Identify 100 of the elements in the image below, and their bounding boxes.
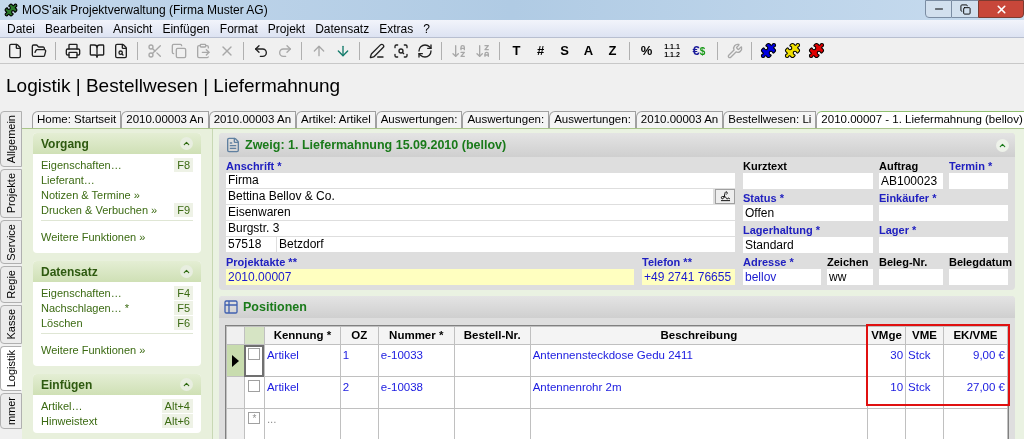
input-field[interactable] [743, 173, 873, 189]
panel-link[interactable]: Hinweistext [41, 414, 98, 428]
table-cell: Antennenrohr 2m [532, 381, 622, 394]
current-row-icon [231, 354, 239, 367]
input-field[interactable]: ww [827, 269, 873, 285]
toolbar-button[interactable]: S [554, 40, 575, 61]
column-header[interactable]: VME [905, 326, 944, 345]
column-header[interactable]: Bestell-Nr. [454, 326, 531, 345]
column-header[interactable]: VMge [867, 326, 906, 345]
shortcut-label: F8 [174, 158, 193, 172]
panel-link[interactable]: Nachschlagen… * [41, 301, 130, 315]
toolbar-button[interactable]: # [530, 40, 551, 61]
panel-link[interactable]: Artikel… [41, 399, 83, 413]
column-header[interactable]: OZ [340, 326, 379, 345]
vertical-tab[interactable]: Regie [0, 266, 22, 304]
menu-item[interactable]: Format [214, 19, 263, 38]
column-header[interactable]: Nummer * [378, 326, 455, 345]
close-button[interactable] [978, 0, 1024, 18]
column-header[interactable]: EK/VME [943, 326, 1008, 345]
shortcut-label: F5 [174, 301, 193, 315]
input-field[interactable]: Betzdorf [277, 237, 735, 252]
input-field[interactable]: Eisenwaren [226, 205, 735, 220]
input-field[interactable] [949, 269, 1008, 285]
collapse-button[interactable] [180, 265, 193, 278]
document-tab[interactable]: Auswertungen: [462, 111, 550, 128]
input-field[interactable]: bellov [743, 269, 821, 285]
document-tab[interactable]: Bestellwesen: Li [723, 111, 817, 128]
input-field[interactable]: Burgstr. 3 [226, 221, 735, 236]
checkbox[interactable] [248, 348, 261, 361]
document-tab[interactable]: Auswertungen: [375, 111, 463, 128]
panel-link[interactable]: Lieferant… [41, 173, 95, 187]
signature-button[interactable] [715, 189, 735, 204]
input-field[interactable]: Standard [743, 237, 873, 253]
puzzle-icon[interactable] [806, 40, 827, 61]
document-tab[interactable]: Artikel: Artikel [296, 111, 376, 128]
collapse-button[interactable] [180, 378, 193, 391]
menu-item[interactable]: ? [418, 19, 435, 38]
vertical-tab[interactable]: Service [0, 219, 22, 265]
vertical-tab[interactable]: Logistik [0, 345, 22, 391]
puzzle-icon[interactable] [758, 40, 779, 61]
panel-link[interactable]: Drucken & Verbuchen » [41, 203, 158, 217]
menu-item[interactable]: Datei [2, 19, 40, 38]
checkbox[interactable] [248, 380, 261, 393]
panel-title: Vorgang [41, 135, 89, 153]
close-icon [994, 2, 1008, 16]
restore-button[interactable] [952, 0, 978, 18]
table-cell: e-10033 [380, 349, 423, 362]
input-field[interactable]: Offen [743, 205, 873, 221]
table-cell: Artikel [266, 381, 299, 394]
row-indicator[interactable] [226, 344, 245, 377]
field-label: Einkäufer * [879, 191, 938, 205]
panel-link[interactable]: Weitere Funktionen » [41, 230, 146, 245]
document-tab[interactable]: 2010.00007 - 1. Liefermahnung (bellov) [816, 111, 1024, 128]
section-title: Positionen [243, 298, 307, 316]
document-tab[interactable]: 2010.00003 An [635, 111, 724, 128]
field-label: Adresse * [743, 255, 795, 269]
input-field[interactable]: Firma [226, 173, 735, 188]
column-header[interactable]: Beschreibung [530, 326, 868, 345]
input-field[interactable] [949, 173, 1008, 189]
panel-link[interactable]: Eigenschaften… [41, 158, 122, 172]
table-cell: 1 [342, 349, 350, 362]
toolbar-button[interactable]: % [636, 40, 657, 61]
vertical-tab[interactable]: Projekte [0, 169, 22, 218]
menu-item[interactable]: Datensatz [310, 19, 375, 38]
collapse-button[interactable] [180, 137, 193, 150]
puzzle-icon[interactable] [782, 40, 803, 61]
panel-link[interactable]: Weitere Funktionen » [41, 343, 146, 358]
menu-item[interactable]: Projekt [262, 19, 311, 38]
menu-item[interactable]: Einfügen [157, 19, 215, 38]
toolbar-button[interactable]: A [578, 40, 599, 61]
shortcut-label: F4 [174, 286, 193, 300]
input-field[interactable]: 2010.00007 [226, 269, 634, 285]
panel-link[interactable]: Eigenschaften… [41, 286, 122, 300]
toolbar-button[interactable]: €$ [687, 40, 711, 61]
menu-item[interactable]: Bearbeiten [40, 19, 109, 38]
vertical-tab[interactable]: mmer [0, 393, 22, 430]
document-tab[interactable]: 2010.00003 An [121, 111, 209, 128]
panel-link[interactable]: Löschen [41, 316, 83, 330]
input-field[interactable] [879, 237, 1008, 253]
vertical-tab[interactable]: Allgemein [0, 111, 22, 168]
toolbar-button[interactable]: Z [602, 40, 623, 61]
chevron-up-icon [182, 139, 191, 148]
input-field[interactable]: Bettina Bellov & Co. [226, 189, 713, 204]
document-tab[interactable]: Home: Startseit [32, 111, 122, 128]
collapse-button[interactable] [996, 138, 1009, 152]
minimize-button[interactable] [925, 0, 952, 18]
input-field[interactable]: 57518 [226, 237, 276, 252]
restore-icon [959, 3, 971, 15]
toolbar-button[interactable]: T [506, 40, 527, 61]
vertical-tab[interactable]: Kasse [0, 305, 22, 344]
input-field[interactable] [879, 205, 1008, 221]
input-field[interactable]: +49 2741 76655 [642, 269, 735, 285]
panel-link[interactable]: Notizen & Termine » [41, 188, 140, 202]
menu-item[interactable]: Ansicht [108, 19, 158, 38]
document-tab[interactable]: 2010.00003 An [208, 111, 297, 128]
column-header[interactable]: Kennung * [264, 326, 341, 345]
input-field[interactable] [879, 269, 943, 285]
input-field[interactable]: AB100023 [879, 173, 943, 189]
menu-item[interactable]: Extras [374, 19, 419, 38]
document-tab[interactable]: Auswertungen: [549, 111, 636, 128]
